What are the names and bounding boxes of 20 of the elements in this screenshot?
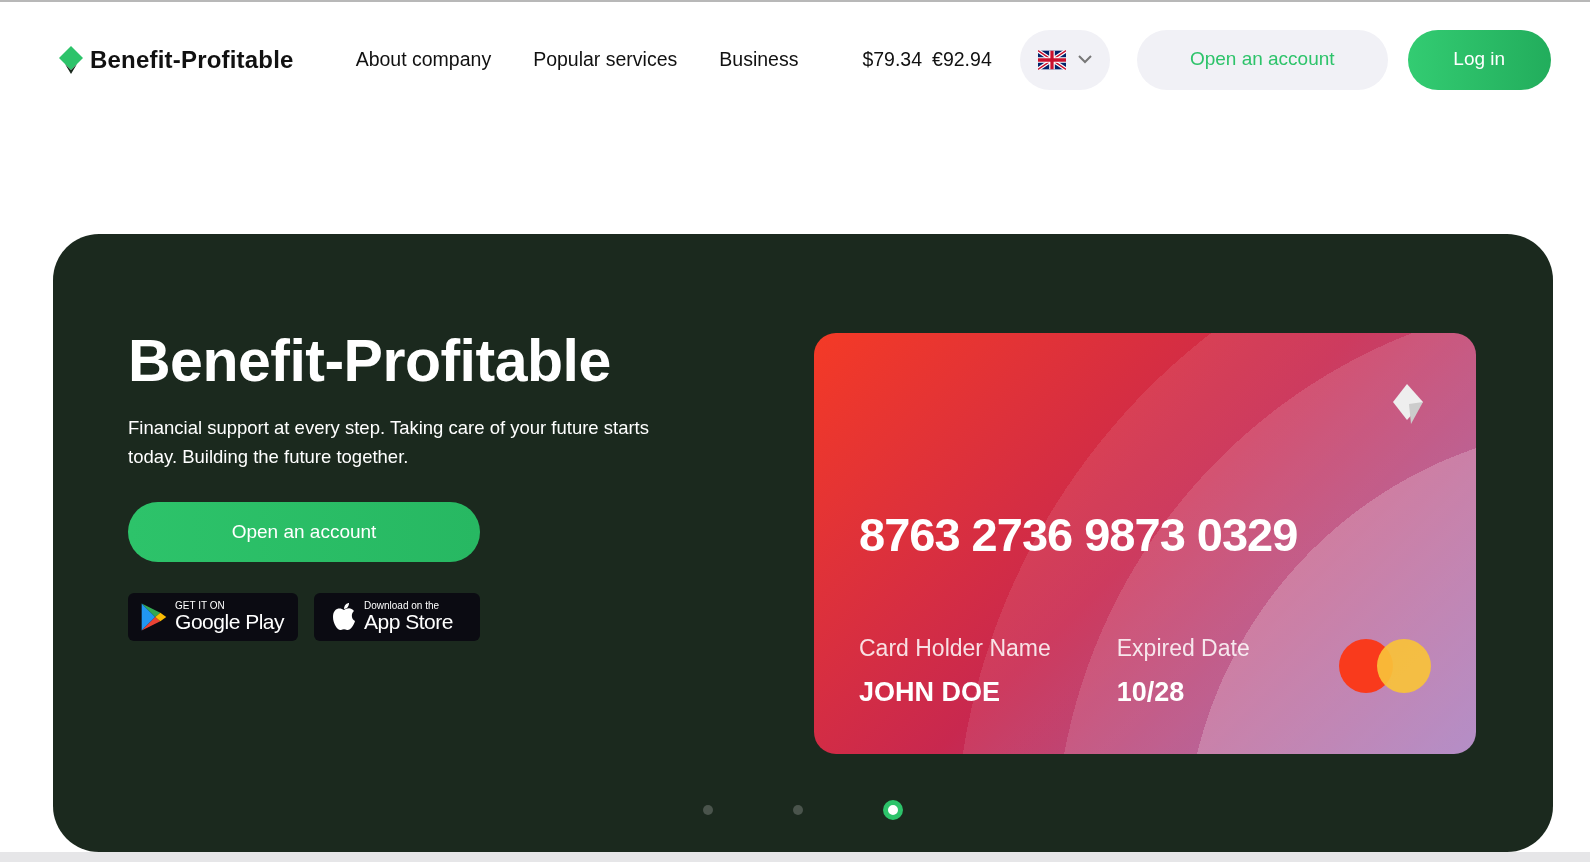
slide-indicator[interactable] — [883, 800, 903, 820]
nav-link[interactable]: Business — [719, 44, 799, 75]
apple-icon — [332, 602, 356, 632]
hero-title: Benefit-Profitable — [128, 327, 612, 396]
hero-subtitle: Financial support at every step. Taking care of your future starts today. Building the future together. — [128, 415, 650, 469]
nav-link[interactable]: Popular services — [533, 44, 678, 75]
expiry-label: Expired Date — [1116, 634, 1250, 663]
store-badge[interactable]: Download on the App Store — [314, 592, 480, 641]
flag-icon — [1037, 49, 1066, 70]
logo-text[interactable]: Benefit-Profitable — [90, 41, 294, 78]
card-holder-label: Card Holder Name — [859, 634, 1051, 663]
nav-link[interactable]: About company — [355, 44, 492, 75]
card-holder-name: JOHN DOE — [859, 675, 1002, 709]
chevron-down-icon — [1077, 55, 1092, 64]
expiry-date: 10/28 — [1116, 675, 1186, 709]
currency-rate: $79.34 — [862, 46, 923, 72]
store-badge[interactable]: GET IT ON Google Play — [128, 592, 298, 641]
card-number: 8763 2736 9873 0329 — [859, 507, 1298, 563]
logo-icon — [58, 44, 84, 75]
currency-rate: €92.94 — [932, 46, 992, 72]
